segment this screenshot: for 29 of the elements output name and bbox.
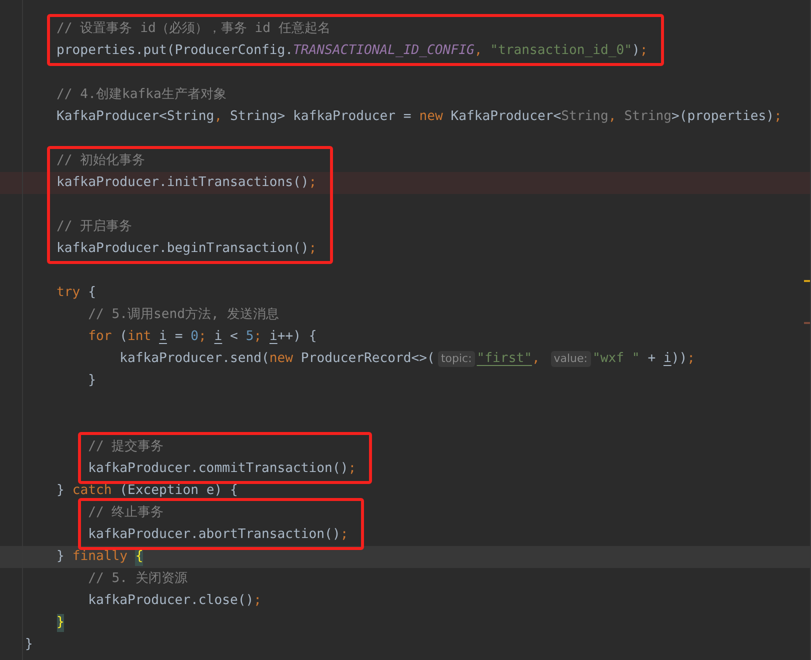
- code-line: } catch (Exception e) {: [56, 482, 238, 500]
- code-line: kafkaProducer.close();: [88, 592, 262, 610]
- parameter-hint: value:: [550, 351, 591, 367]
- code-line: // 提交事务: [88, 438, 164, 456]
- code-line: // 5. 关闭资源: [88, 570, 188, 588]
- parameter-hint: topic:: [438, 351, 475, 367]
- error-stripe-mark[interactable]: [804, 322, 810, 324]
- code-line: }: [25, 636, 33, 654]
- code-line: properties.put(ProducerConfig.TRANSACTIONAL_ID_CONFIG, "transaction_id_0");: [56, 42, 648, 60]
- warning-stripe-mark[interactable]: [804, 280, 810, 282]
- code-line: // 初始化事务: [56, 152, 146, 170]
- code-line: // 5.调用send方法, 发送消息: [88, 306, 279, 324]
- code-text: "wxf " + i));: [592, 350, 696, 368]
- code-line: kafkaProducer.commitTransaction();: [88, 460, 356, 478]
- code-line: kafkaProducer.beginTransaction();: [56, 240, 317, 258]
- matched-brace: }: [56, 614, 64, 632]
- code-line: // 终止事务: [88, 504, 164, 522]
- code-line: // 4.创建kafka生产者对象: [56, 86, 226, 104]
- code-line: // 设置事务 id（必须），事务 id 任意起名: [56, 20, 330, 38]
- code-text: kafkaProducer.send(new ProducerRecord<>(: [120, 350, 435, 368]
- code-line: }: [88, 372, 96, 390]
- code-text: } finally: [56, 548, 128, 566]
- code-line: try {: [56, 284, 96, 302]
- code-line: for (int i = 0; i < 5; i++) {: [88, 328, 317, 346]
- code-text: "first",: [476, 350, 541, 368]
- code-line: // 开启事务: [56, 218, 132, 236]
- code-line: kafkaProducer.initTransactions();: [56, 174, 317, 192]
- code-line: KafkaProducer<String, String> kafkaProducer = new KafkaProducer<String, String>(properties);: [56, 108, 782, 126]
- code-line: kafkaProducer.abortTransaction();: [88, 526, 348, 544]
